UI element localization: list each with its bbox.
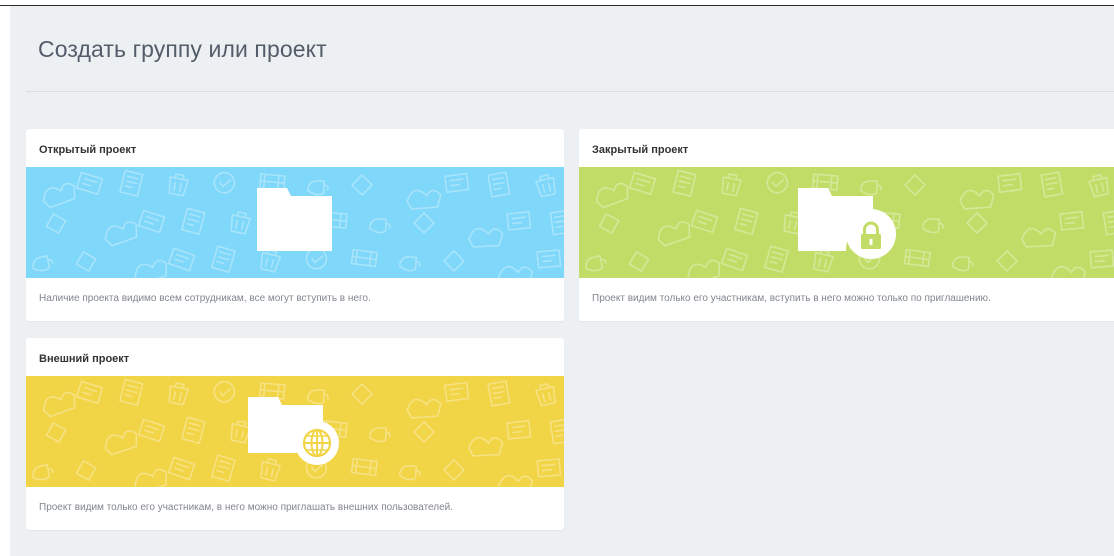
- title-divider: [26, 91, 1114, 92]
- card-description: Проект видим только его участникам, в не…: [39, 502, 454, 513]
- card-banner: [26, 167, 564, 278]
- card-title: Закрытый проект: [592, 144, 689, 156]
- page-title: Создать группу или проект: [38, 36, 327, 62]
- card-title: Внешний проект: [39, 353, 130, 365]
- card-open-project[interactable]: Открытый проект Наличие проекта видимо в…: [26, 129, 564, 321]
- folder-globe-icon: [248, 397, 339, 465]
- card-banner: [26, 376, 564, 487]
- folder-lock-icon: [798, 188, 896, 259]
- folder-icon: [257, 188, 332, 251]
- card-description: Наличие проекта видимо всем сотрудникам,…: [39, 293, 371, 304]
- left-margin: [0, 6, 10, 556]
- top-border: [0, 0, 1114, 6]
- card-banner: [579, 167, 1114, 278]
- card-external-project[interactable]: Внешний проект Проект видим только его у…: [26, 338, 564, 530]
- card-title: Открытый проект: [39, 144, 137, 156]
- card-closed-project[interactable]: Закрытый проект Проект видим только его …: [579, 129, 1114, 321]
- card-description: Проект видим только его участникам, всту…: [592, 293, 991, 304]
